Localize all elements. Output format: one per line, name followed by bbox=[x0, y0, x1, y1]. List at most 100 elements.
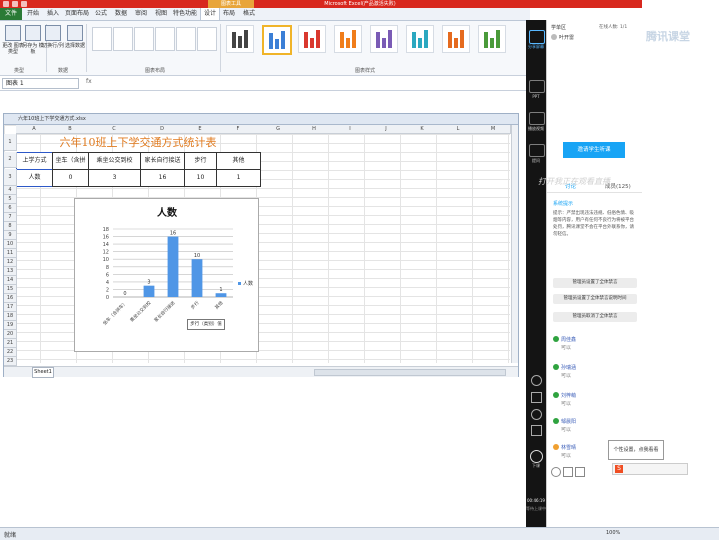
row-header[interactable]: 4 bbox=[4, 186, 17, 195]
tab-format[interactable]: 格式 bbox=[240, 8, 258, 20]
sheet-tab[interactable]: Sheet1 bbox=[32, 367, 54, 378]
undo-icon[interactable] bbox=[12, 1, 18, 7]
row-header[interactable]: 9 bbox=[4, 231, 17, 240]
row-header[interactable]: 8 bbox=[4, 222, 17, 231]
screenshot-icon[interactable] bbox=[575, 467, 585, 477]
header-cell[interactable]: 坐车（含拼车） bbox=[52, 152, 89, 180]
chart-style-6[interactable] bbox=[406, 25, 434, 53]
row-header[interactable]: 19 bbox=[4, 321, 17, 330]
row-header[interactable]: 12 bbox=[4, 258, 17, 267]
column-header[interactable]: F bbox=[216, 125, 261, 134]
row-header[interactable]: 1 bbox=[4, 134, 17, 151]
chart-style-4[interactable] bbox=[334, 25, 362, 53]
tab-review[interactable]: 审阅 bbox=[132, 8, 150, 20]
data-cell[interactable]: 3 bbox=[88, 169, 141, 187]
tab-features[interactable]: 特色功能 bbox=[172, 8, 198, 20]
row-header[interactable]: 15 bbox=[4, 285, 17, 294]
header-cell[interactable]: 其他 bbox=[216, 152, 261, 170]
row-header[interactable]: 13 bbox=[4, 267, 17, 276]
chart-style-5[interactable] bbox=[370, 25, 398, 53]
question-icon[interactable] bbox=[529, 144, 545, 157]
select-data-button[interactable]: 选择数据 bbox=[64, 25, 86, 49]
emoji-icon[interactable] bbox=[551, 467, 561, 477]
column-header[interactable]: H bbox=[296, 125, 333, 134]
music-icon[interactable] bbox=[531, 409, 542, 420]
header-cell[interactable]: 上学方式 bbox=[16, 152, 53, 170]
row-header[interactable]: 21 bbox=[4, 339, 17, 348]
row-header[interactable]: 16 bbox=[4, 294, 17, 303]
chart-style-1[interactable] bbox=[226, 25, 254, 53]
name-box[interactable]: 图表 1 bbox=[2, 78, 79, 89]
ppt-icon[interactable] bbox=[529, 80, 545, 93]
column-header[interactable]: E bbox=[184, 125, 217, 134]
save-template-button[interactable]: 另存为 模板 bbox=[22, 25, 44, 55]
row-header[interactable]: 2 bbox=[4, 152, 17, 168]
row-header[interactable]: 22 bbox=[4, 348, 17, 357]
zoom-level[interactable]: 100% bbox=[606, 530, 620, 536]
chart-layout-1[interactable] bbox=[92, 27, 112, 51]
row-header[interactable]: 10 bbox=[4, 240, 17, 249]
column-header[interactable]: J bbox=[368, 125, 405, 134]
chart-style-3[interactable] bbox=[298, 25, 326, 53]
column-header[interactable]: G bbox=[260, 125, 297, 134]
column-header[interactable]: M bbox=[476, 125, 511, 134]
end-class-icon[interactable] bbox=[530, 450, 543, 463]
play-video-icon[interactable] bbox=[529, 112, 545, 125]
horizontal-scrollbar[interactable] bbox=[314, 369, 506, 376]
data-cell[interactable]: 人数 bbox=[16, 169, 53, 187]
fullscreen-icon[interactable] bbox=[531, 425, 542, 436]
chart-style-8[interactable] bbox=[478, 25, 506, 53]
chart-layout-5[interactable] bbox=[176, 27, 196, 51]
redo-icon[interactable] bbox=[21, 1, 27, 7]
row-header[interactable]: 18 bbox=[4, 312, 17, 321]
data-cell[interactable]: 1 bbox=[216, 169, 261, 187]
tab-insert[interactable]: 插入 bbox=[44, 8, 62, 20]
chart-layout-4[interactable] bbox=[155, 27, 175, 51]
tab-design[interactable]: 设计 bbox=[200, 8, 220, 20]
row-header[interactable]: 11 bbox=[4, 249, 17, 258]
data-cell[interactable]: 10 bbox=[184, 169, 217, 187]
header-cell[interactable]: 家长自行接送 bbox=[140, 152, 185, 170]
fx-icon[interactable]: fx bbox=[86, 78, 92, 85]
chart-layout-6[interactable] bbox=[197, 27, 217, 51]
tab-data[interactable]: 数据 bbox=[112, 8, 130, 20]
row-header[interactable]: 17 bbox=[4, 303, 17, 312]
tab-page-layout[interactable]: 页面布局 bbox=[64, 8, 90, 20]
header-cell[interactable]: 乘坐公交到校 bbox=[88, 152, 141, 170]
vertical-scrollbar[interactable] bbox=[511, 125, 518, 363]
row-header[interactable]: 3 bbox=[4, 169, 17, 186]
column-header[interactable]: A bbox=[16, 125, 53, 134]
tab-layout[interactable]: 布局 bbox=[220, 8, 238, 20]
tab-view[interactable]: 视图 bbox=[152, 8, 170, 20]
data-cell[interactable]: 0 bbox=[52, 169, 89, 187]
column-header[interactable]: L bbox=[440, 125, 477, 134]
tab-file[interactable]: 文件 bbox=[0, 8, 22, 20]
column-header[interactable]: D bbox=[140, 125, 185, 134]
image-icon[interactable] bbox=[563, 467, 573, 477]
column-header[interactable]: B bbox=[52, 125, 89, 134]
share-screen-icon[interactable] bbox=[529, 30, 545, 44]
bar-chart[interactable]: 人数 0 2 4 6 8 10 12 14 16 18 0 3 16 10 1 坐车（含拼车） 乘坐公交到校… bbox=[74, 198, 259, 352]
column-header[interactable]: I bbox=[332, 125, 369, 134]
tab-home[interactable]: 开始 bbox=[24, 8, 42, 20]
row-header[interactable]: 7 bbox=[4, 213, 17, 222]
row-header[interactable]: 14 bbox=[4, 276, 17, 285]
header-cell[interactable]: 步行 bbox=[184, 152, 217, 170]
tab-formulas[interactable]: 公式 bbox=[92, 8, 110, 20]
row-header[interactable]: 5 bbox=[4, 195, 17, 204]
end-class-label[interactable]: 下课 bbox=[526, 463, 546, 469]
row-header[interactable]: 20 bbox=[4, 330, 17, 339]
chart-layout-2[interactable] bbox=[113, 27, 133, 51]
camera-icon[interactable] bbox=[531, 392, 542, 403]
chart-style-7[interactable] bbox=[442, 25, 470, 53]
data-cell[interactable]: 16 bbox=[140, 169, 185, 187]
row-header[interactable]: 6 bbox=[4, 204, 17, 213]
ime-toolbar[interactable]: S bbox=[612, 463, 688, 475]
column-header[interactable]: C bbox=[88, 125, 141, 134]
invite-students-button[interactable]: 邀请学生听课 bbox=[563, 142, 625, 158]
save-icon[interactable] bbox=[3, 1, 9, 7]
row-header[interactable]: 23 bbox=[4, 357, 17, 366]
chart-style-2-selected[interactable] bbox=[262, 25, 292, 55]
chart-layout-3[interactable] bbox=[134, 27, 154, 51]
switch-rowcol-button[interactable]: 切换行/列 bbox=[42, 25, 64, 49]
